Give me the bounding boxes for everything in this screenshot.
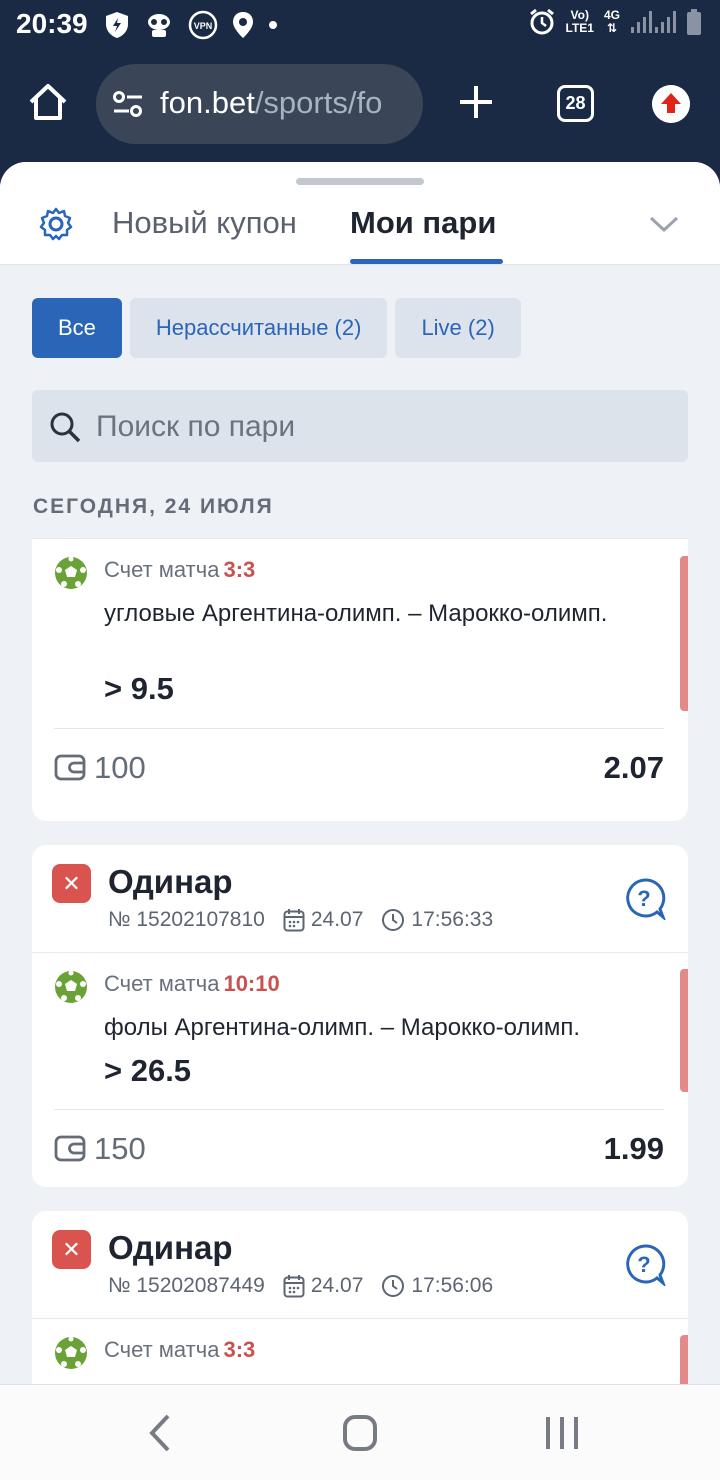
lost-indicator: [680, 556, 688, 711]
match-score: Счет матча 10:10: [104, 971, 280, 996]
home-icon[interactable]: [26, 80, 70, 124]
tab-new-coupon[interactable]: Новый купон: [112, 205, 297, 241]
stake-divider: [54, 1109, 664, 1110]
status-bar: 20:39 VPN Vo) LTE1 4G ⇅: [0, 0, 720, 50]
bet-card-header: ✕ Одинар № 15202107810 24.07 17:56:33 ?: [32, 845, 688, 953]
status-time: 20:39: [16, 8, 88, 39]
robot-icon: [148, 14, 170, 37]
search-icon: [50, 412, 81, 443]
calendar-icon: [283, 909, 305, 932]
bet-selection: Счет матча 3:3 угловые Аргентина-олимп. –…: [32, 539, 688, 729]
drag-handle[interactable]: [296, 178, 424, 185]
bet-time: 17:56:06: [411, 1274, 494, 1297]
bet-card-header: ✕ Одинар № 15202087449 24.07 17:56:06 ?: [32, 1211, 688, 1319]
clock-icon: [382, 909, 405, 931]
bet-card[interactable]: ✕ Одинар № 15202107810 24.07 17:56:33 ? …: [32, 845, 688, 1187]
bet-market: фолы Аргентина-олимп. – Марокко-олимп.: [104, 1014, 581, 1041]
date-header: СЕГОДНЯ, 24 ИЮЛЯ: [33, 495, 274, 518]
vpn-icon: VPN: [188, 10, 218, 40]
bet-meta: № 15202107810 24.07 17:56:33: [108, 908, 493, 932]
bet-date: 24.07: [310, 908, 364, 931]
bet-date: 24.07: [310, 1274, 364, 1297]
bet-coefficient: 2.07: [603, 750, 664, 785]
tabs-icon[interactable]: 28: [557, 85, 594, 122]
address-bar[interactable]: fon.bet/sports/fo: [96, 64, 423, 144]
dot-icon: [269, 21, 277, 29]
chevron-down-icon[interactable]: [648, 214, 680, 234]
browser-toolbar: fon.bet/sports/fo 28: [0, 50, 720, 160]
bet-type: Одинар: [108, 1229, 233, 1266]
calendar-icon: [283, 1275, 305, 1298]
plus-icon[interactable]: [454, 80, 498, 124]
bet-card[interactable]: Счет матча 3:3 угловые Аргентина-олимп. –…: [32, 538, 688, 821]
tune-icon[interactable]: [112, 90, 144, 118]
gear-icon[interactable]: [38, 206, 74, 242]
network-indicator: Vo) LTE1: [565, 8, 594, 35]
bets-list: Счет матча 3:3 угловые Аргентина-олимп. –…: [0, 538, 720, 1384]
bet-outcome: > 9.5: [104, 671, 174, 706]
svg-text:?: ?: [637, 886, 650, 911]
bet-coefficient: 1.99: [603, 1131, 664, 1166]
svg-text:?: ?: [637, 1252, 650, 1277]
url-text: fon.bet/sports/fo: [160, 85, 383, 120]
soccer-ball-icon: [55, 970, 87, 1003]
help-icon[interactable]: ?: [624, 1244, 666, 1286]
search-placeholder: Поиск по пари: [96, 410, 296, 443]
wallet-icon: [54, 754, 86, 781]
tab-my-bets[interactable]: Мои пари: [350, 205, 496, 241]
stake-row: 150 1.99: [54, 1119, 664, 1179]
data-indicator: 4G ⇅: [603, 8, 620, 35]
alarm-icon: [529, 8, 554, 35]
system-nav-bar: [0, 1384, 720, 1480]
filter-all[interactable]: Все: [32, 298, 122, 358]
back-icon[interactable]: [146, 1413, 174, 1453]
recents-icon[interactable]: [544, 1415, 580, 1451]
bet-selection: Счет матча 10:10 фолы Аргентина-олимп. – …: [32, 953, 688, 1110]
clock-icon: [382, 1275, 405, 1297]
soccer-ball-icon: [55, 1336, 87, 1369]
lost-indicator: [680, 1335, 688, 1384]
bet-time: 17:56:33: [411, 908, 494, 931]
coupon-header: Новый купон Мои пари: [0, 162, 720, 265]
soccer-ball-icon: [55, 556, 87, 589]
bet-coupon-sheet: Новый купон Мои пари Все Нерассчитанные …: [0, 162, 720, 1384]
filter-live[interactable]: Live (2): [395, 298, 521, 358]
bet-outcome: > 26.5: [104, 1053, 192, 1088]
battery-icon: [687, 9, 701, 35]
lost-indicator: [680, 969, 688, 1092]
match-score: Счет матча 3:3: [104, 557, 256, 582]
bet-filters: Все Нерассчитанные (2) Live (2): [32, 298, 521, 358]
bet-stake: 100: [94, 750, 146, 785]
lost-status-icon: ✕: [52, 864, 91, 903]
active-tab-indicator: [350, 259, 503, 264]
signal-icon: [631, 11, 676, 33]
stake-row: 100 2.07: [54, 738, 664, 798]
shield-icon: [106, 12, 128, 38]
location-icon: [233, 12, 253, 38]
home-nav-icon[interactable]: [342, 1414, 378, 1452]
bet-meta: № 15202087449 24.07 17:56:06: [108, 1274, 493, 1298]
bet-selection: Счет матча 3:3: [32, 1319, 688, 1384]
filter-unsettled[interactable]: Нерассчитанные (2): [129, 298, 388, 358]
help-icon[interactable]: ?: [624, 878, 666, 920]
bet-card[interactable]: ✕ Одинар № 15202087449 24.07 17:56:06 ? …: [32, 1211, 688, 1384]
match-score: Счет матча 3:3: [104, 1337, 256, 1362]
update-icon[interactable]: [652, 85, 690, 123]
bet-stake: 150: [94, 1131, 146, 1166]
bet-number: № 15202107810: [108, 908, 265, 931]
bet-market: угловые Аргентина-олимп. – Марокко-олимп…: [104, 600, 608, 627]
search-input[interactable]: Поиск по пари: [32, 390, 688, 462]
stake-divider: [54, 728, 664, 729]
bet-number: № 15202087449: [108, 1274, 265, 1297]
wallet-icon: [54, 1135, 86, 1162]
bet-type: Одинар: [108, 863, 233, 900]
lost-status-icon: ✕: [52, 1230, 91, 1269]
svg-text:VPN: VPN: [194, 21, 213, 31]
